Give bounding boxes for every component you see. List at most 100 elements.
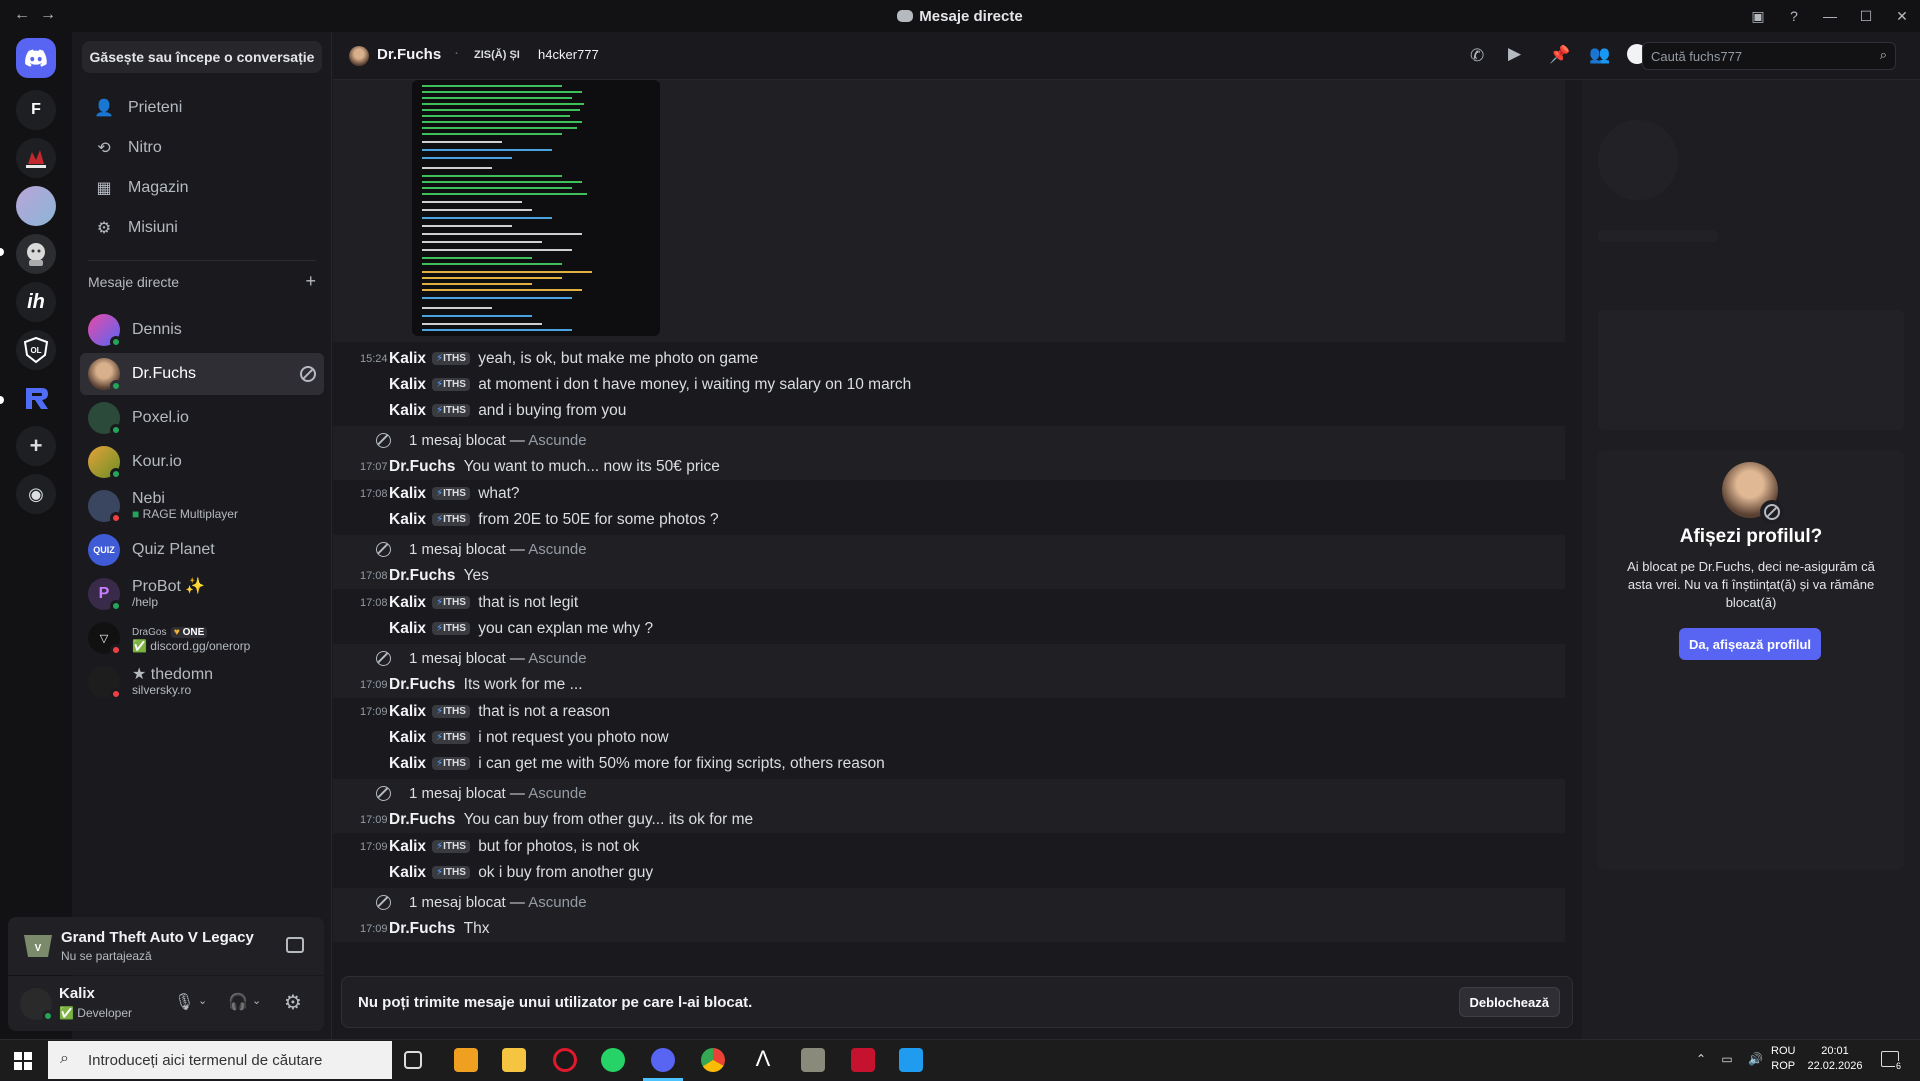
opera-gx-icon[interactable] (553, 1048, 577, 1072)
add-server-button[interactable]: + (16, 426, 56, 466)
voice-call-icon[interactable]: ✆ (1470, 46, 1484, 66)
message-author[interactable]: Kalix (389, 864, 426, 881)
message-author[interactable]: Kalix (389, 594, 426, 611)
clock[interactable]: 20:01 22.02.2026 (1806, 1044, 1864, 1074)
message-row[interactable]: Kalix ⚡ITHS at moment i don t have money,… (333, 372, 1565, 398)
message-row[interactable]: 15:24 Kalix ⚡ITHS yeah, is ok, but make me… (333, 346, 1565, 372)
message-author[interactable]: Kalix (389, 755, 426, 772)
windows-start-icon[interactable] (14, 1052, 32, 1070)
hide-blocked-link[interactable]: Ascunde (528, 541, 586, 558)
server-tag-badge[interactable]: ⚡ITHS (432, 404, 470, 417)
hide-blocked-link[interactable]: Ascunde (528, 894, 586, 911)
dm-item-dragos[interactable]: ▽ DraGos ♥ ONE ✅ discord.gg/onerorp (80, 617, 324, 659)
server-r[interactable] (16, 378, 56, 418)
screen-share-icon[interactable] (286, 937, 304, 953)
dm-item-nebi[interactable]: Nebi ■ RAGE Multiplayer (80, 485, 324, 527)
task-view-icon[interactable] (404, 1051, 422, 1069)
show-profile-button[interactable]: Da, afișează profilul (1679, 628, 1821, 660)
system-tray-icons[interactable]: ⌃ ▭ 🔊 (1696, 1052, 1769, 1066)
file-explorer-icon[interactable] (502, 1048, 526, 1072)
dm-item-poxel[interactable]: Poxel.io (80, 397, 324, 439)
add-friends-icon[interactable]: 👥 (1589, 45, 1610, 65)
server-avatar[interactable] (16, 186, 56, 226)
hide-blocked-link[interactable]: Ascunde (528, 785, 586, 802)
gimp-icon[interactable] (801, 1048, 825, 1072)
vscode-icon[interactable] (899, 1048, 923, 1072)
chevron-down-icon[interactable]: ⌄ (252, 994, 261, 1007)
server-tag-badge[interactable]: ⚡ITHS (432, 352, 470, 365)
altv-icon[interactable]: Λ (751, 1048, 775, 1072)
message-row[interactable]: Kalix ⚡ITHS you can explan me why ? (333, 616, 1565, 642)
discord-taskbar-icon[interactable] (651, 1048, 675, 1072)
nav-friends[interactable]: 👤 Prieteni (80, 88, 324, 128)
nav-shop[interactable]: ▦ Magazin (80, 168, 324, 208)
unblock-button[interactable]: Deblochează (1458, 987, 1560, 1017)
message-row[interactable]: 17:09 Dr.Fuchs Its work for me ... (333, 672, 1565, 698)
video-call-icon[interactable]: ▶ (1508, 44, 1521, 64)
server-ih[interactable]: ih (16, 282, 56, 322)
microphone-icon[interactable]: 🎙 (174, 992, 194, 1012)
message-row[interactable]: Kalix ⚡ITHS i can get me with 50% more fo… (333, 751, 1565, 777)
message-author[interactable]: Kalix (389, 838, 426, 855)
message-author[interactable]: Kalix (389, 485, 426, 502)
chat-title[interactable]: Dr.Fuchs (377, 46, 441, 63)
adobe-app-icon[interactable] (851, 1048, 875, 1072)
blocked-icon[interactable] (300, 366, 316, 382)
message-author[interactable]: Kalix (389, 376, 426, 393)
server-tag-badge[interactable]: ⚡ITHS (432, 487, 470, 500)
message-author[interactable]: Dr.Fuchs (389, 920, 455, 937)
message-row[interactable]: 17:09 Dr.Fuchs Thx (333, 916, 1565, 942)
minimize-button[interactable]: — (1812, 0, 1848, 32)
message-row[interactable]: 17:08 Dr.Fuchs Yes (333, 563, 1565, 589)
settings-gear-icon[interactable]: ⚙ (284, 990, 302, 1015)
message-row[interactable]: 17:09 Kalix ⚡ITHS but for photos, is not o… (333, 834, 1565, 860)
message-author[interactable]: Kalix (389, 703, 426, 720)
server-tag-badge[interactable]: ⚡ITHS (432, 731, 470, 744)
dm-item-probot[interactable]: P ProBot ✨/help (80, 573, 324, 615)
server-tag-badge[interactable]: ⚡ITHS (432, 596, 470, 609)
dm-item-thedomn[interactable]: ★ thedomn silversky.ro (80, 661, 324, 703)
hide-blocked-link[interactable]: Ascunde (528, 432, 586, 449)
roblox-app-icon[interactable] (454, 1048, 478, 1072)
home-discord-button[interactable] (16, 38, 56, 78)
message-row[interactable]: 17:09 Kalix ⚡ITHS that is not a reason (333, 699, 1565, 725)
user-avatar[interactable] (20, 988, 54, 1022)
whatsapp-icon[interactable] (601, 1048, 625, 1072)
server-tag-badge[interactable]: ⚡ITHS (432, 705, 470, 718)
message-row[interactable]: Kalix ⚡ITHS ok i buy from another guy (333, 860, 1565, 886)
message-author[interactable]: Dr.Fuchs (389, 567, 455, 584)
screenshot-attachment[interactable] (412, 80, 660, 336)
message-row[interactable]: 17:09 Dr.Fuchs You can buy from other guy… (333, 807, 1565, 833)
hide-blocked-link[interactable]: Ascunde (528, 650, 586, 667)
message-author[interactable]: Dr.Fuchs (389, 811, 455, 828)
message-author[interactable]: Kalix (389, 620, 426, 637)
close-button[interactable]: ✕ (1884, 0, 1920, 32)
message-row[interactable]: Kalix ⚡ITHS i not request you photo now (333, 725, 1565, 751)
server-tag-badge[interactable]: ⚡ITHS (432, 513, 470, 526)
dm-item-kour[interactable]: Kour.io (80, 441, 324, 483)
nav-nitro[interactable]: ⟲ Nitro (80, 128, 324, 168)
message-row[interactable]: 17:08 Kalix ⚡ITHS what? (333, 481, 1565, 507)
message-row[interactable]: 17:08 Kalix ⚡ITHS that is not legit (333, 590, 1565, 616)
chevron-down-icon[interactable]: ⌄ (198, 994, 207, 1007)
headphones-icon[interactable]: 🎧 (228, 992, 248, 1012)
help-icon[interactable]: ? (1776, 0, 1812, 32)
message-author[interactable]: Kalix (389, 402, 426, 419)
inbox-icon[interactable]: ▣ (1740, 0, 1776, 32)
message-author[interactable]: Kalix (389, 350, 426, 367)
message-author[interactable]: Dr.Fuchs (389, 676, 455, 693)
discover-compass-icon[interactable]: ◉ (16, 474, 56, 514)
server-tag-badge[interactable]: ⚡ITHS (432, 622, 470, 635)
message-author[interactable]: Dr.Fuchs (389, 458, 455, 475)
message-row[interactable]: Kalix ⚡ITHS from 20E to 50E for some phot… (333, 507, 1565, 533)
server-tag-badge[interactable]: ⚡ITHS (432, 378, 470, 391)
dm-item-drfuchs[interactable]: Dr.Fuchs (80, 353, 324, 395)
find-conversation-button[interactable]: Găsește sau începe o conversație (82, 41, 322, 73)
maximize-button[interactable]: ☐ (1848, 0, 1884, 32)
search-input[interactable]: Caută fuchs777 ⌕ (1642, 42, 1896, 70)
chrome-icon[interactable] (701, 1048, 725, 1072)
notifications-icon[interactable]: 6 (1881, 1051, 1902, 1071)
server-f[interactable]: F (16, 90, 56, 130)
message-row[interactable]: 17:07 Dr.Fuchs You want to much... now it… (333, 454, 1565, 480)
taskbar-search-input[interactable]: ⌕ Introduceți aici termenul de căutare (48, 1041, 392, 1079)
